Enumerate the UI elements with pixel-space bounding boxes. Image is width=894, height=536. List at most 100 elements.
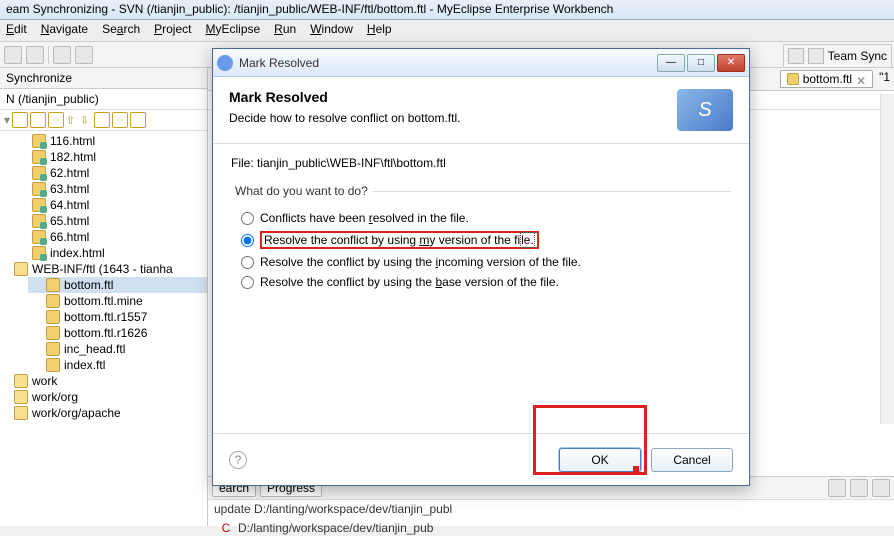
sync-toolbar: ▾ ⇧ ⇩ xyxy=(0,110,207,131)
dialog-title: Mark Resolved xyxy=(239,56,657,70)
sync-scope-label: N (/tianjin_public) xyxy=(0,89,207,110)
dialog-body: File: tianjin_public\WEB-INF\ftl\bottom.… xyxy=(213,144,749,433)
refresh-icon[interactable] xyxy=(130,112,146,128)
svn-logo-icon: S xyxy=(677,89,733,131)
synchronize-tab[interactable]: Synchronize xyxy=(0,68,207,89)
team-sync-icon[interactable] xyxy=(808,48,824,64)
tree-item: inc_head.ftl xyxy=(28,341,207,357)
folder-icon xyxy=(14,406,28,420)
tree-folder: WEB-INF/ftl (1643 - tianha xyxy=(14,261,207,277)
radio-input[interactable] xyxy=(241,276,254,289)
options-group: What do you want to do? Conflicts have b… xyxy=(231,184,731,292)
file-icon xyxy=(32,214,46,228)
dialog-heading: Mark Resolved xyxy=(229,89,667,105)
file-icon xyxy=(46,358,60,372)
dialog-header: Mark Resolved Decide how to resolve conf… xyxy=(213,77,749,144)
menu-search[interactable]: Search xyxy=(102,22,140,39)
pin-icon[interactable] xyxy=(12,112,28,128)
close-icon[interactable]: ✕ xyxy=(856,74,866,84)
file-icon xyxy=(46,326,60,340)
tree-item: 66.html xyxy=(28,229,207,245)
file-icon xyxy=(32,198,46,212)
console-btn[interactable] xyxy=(872,479,890,497)
tree-item: 116.html xyxy=(28,133,207,149)
menubar: Edit Navigate Search Project MyEclipse R… xyxy=(0,20,894,42)
sync-tree[interactable]: 116.html 182.html 62.html 63.html 64.htm… xyxy=(0,131,207,526)
annotation-mark xyxy=(633,466,639,475)
tree-item: bottom.ftl.r1557 xyxy=(28,309,207,325)
tab-overflow[interactable]: "1 xyxy=(879,70,890,88)
file-icon xyxy=(46,278,60,292)
cancel-button[interactable]: Cancel xyxy=(651,448,733,472)
tree-item: 64.html xyxy=(28,197,207,213)
toolbar-button[interactable] xyxy=(75,46,93,64)
menu-navigate[interactable]: Navigate xyxy=(41,22,88,39)
file-icon xyxy=(46,310,60,324)
menu-window[interactable]: Window xyxy=(310,22,353,39)
menu-myeclipse[interactable]: MyEclipse xyxy=(205,22,260,39)
file-icon xyxy=(32,150,46,164)
file-label: File: tianjin_public\WEB-INF\ftl\bottom.… xyxy=(231,156,731,170)
file-icon xyxy=(46,342,60,356)
ok-button[interactable]: OK xyxy=(559,448,641,472)
menu-run[interactable]: Run xyxy=(274,22,296,39)
file-icon xyxy=(46,294,60,308)
folder-icon xyxy=(14,390,28,404)
menu-edit[interactable]: Edit xyxy=(6,22,27,39)
toolbar-button[interactable] xyxy=(26,46,44,64)
open-perspective-icon[interactable] xyxy=(788,48,804,64)
radio-mine[interactable]: Resolve the conflict by using my version… xyxy=(231,228,731,252)
close-button[interactable]: ✕ xyxy=(717,54,745,72)
file-icon xyxy=(32,182,46,196)
tree-folder: work/org/apache xyxy=(14,405,207,421)
tree-item: bottom.ftl.r1626 xyxy=(28,325,207,341)
mark-resolved-dialog: Mark Resolved — □ ✕ Mark Resolved Decide… xyxy=(212,48,750,486)
perspective-label[interactable]: Team Sync xyxy=(828,49,887,63)
tree-item: index.html xyxy=(28,245,207,261)
radio-input[interactable] xyxy=(241,234,254,247)
minimize-button[interactable]: — xyxy=(657,54,685,72)
file-icon xyxy=(32,246,46,260)
editor-tab-label: bottom.ftl xyxy=(803,72,852,86)
radio-base[interactable]: Resolve the conflict by using the base v… xyxy=(231,272,731,292)
up-arrow-icon[interactable]: ⇧ xyxy=(66,114,78,126)
down-arrow-icon[interactable]: ⇩ xyxy=(80,114,92,126)
window-titlebar: eam Synchronizing - SVN (/tianjin_public… xyxy=(0,0,894,20)
dialog-titlebar[interactable]: Mark Resolved — □ ✕ xyxy=(213,49,749,77)
window-title: eam Synchronizing - SVN (/tianjin_public… xyxy=(6,2,613,16)
menu-project[interactable]: Project xyxy=(154,22,191,39)
file-icon xyxy=(787,73,799,85)
tree-item: index.ftl xyxy=(28,357,207,373)
tree-item: 63.html xyxy=(28,181,207,197)
console-line: update D:/lanting/workspace/dev/tianjin_… xyxy=(208,500,894,519)
scrollbar[interactable] xyxy=(880,94,894,424)
radio-resolved[interactable]: Conflicts have been resolved in the file… xyxy=(231,208,731,228)
console-btn[interactable] xyxy=(828,479,846,497)
tree-item: bottom.ftl.mine xyxy=(28,293,207,309)
tree-item: 182.html xyxy=(28,149,207,165)
synchronize-view: Synchronize N (/tianjin_public) ▾ ⇧ ⇩ 11… xyxy=(0,68,208,526)
collapse-icon[interactable] xyxy=(94,112,110,128)
tree-item: 65.html xyxy=(28,213,207,229)
tree-item: 62.html xyxy=(28,165,207,181)
expand-icon[interactable] xyxy=(112,112,128,128)
dialog-icon xyxy=(217,55,233,71)
maximize-button[interactable]: □ xyxy=(687,54,715,72)
editor-tab[interactable]: bottom.ftl ✕ xyxy=(780,70,873,88)
toolbar-button[interactable] xyxy=(53,46,71,64)
outgoing-mode-icon[interactable] xyxy=(48,112,64,128)
radio-input[interactable] xyxy=(241,256,254,269)
file-icon xyxy=(32,166,46,180)
tree-item: bottom.ftl xyxy=(28,277,207,293)
radio-input[interactable] xyxy=(241,212,254,225)
dialog-footer: ? OK Cancel xyxy=(213,433,749,485)
menu-help[interactable]: Help xyxy=(367,22,392,39)
help-icon[interactable]: ? xyxy=(229,451,247,469)
incoming-mode-icon[interactable] xyxy=(30,112,46,128)
toolbar-button[interactable] xyxy=(4,46,22,64)
console-btn[interactable] xyxy=(850,479,868,497)
tree-folder: work xyxy=(14,373,207,389)
group-legend: What do you want to do? xyxy=(231,184,372,198)
file-icon xyxy=(32,230,46,244)
radio-incoming[interactable]: Resolve the conflict by using the incomi… xyxy=(231,252,731,272)
